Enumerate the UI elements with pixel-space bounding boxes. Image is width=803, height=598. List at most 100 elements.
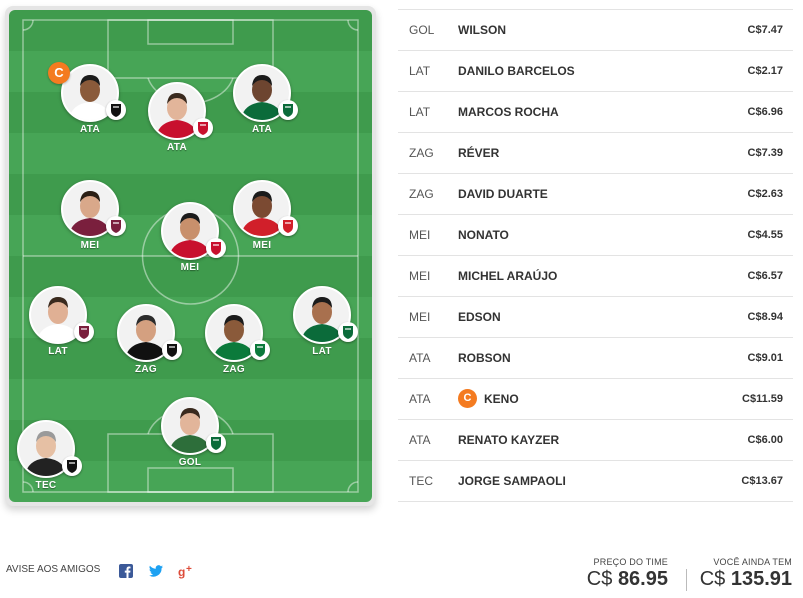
row-price: C$2.17 — [747, 65, 783, 77]
field-player-lat[interactable]: LAT — [292, 286, 358, 357]
row-player-name: DANILO BARCELOS — [458, 64, 575, 78]
club-badge-icon — [106, 100, 126, 120]
row-price: C$9.01 — [747, 352, 783, 364]
row-player-name: NONATO — [458, 228, 509, 242]
field-player-mei[interactable]: MEI — [160, 202, 226, 273]
row-player-name: MARCOS ROCHA — [458, 105, 559, 119]
field-player-tec[interactable]: TEC — [16, 420, 82, 491]
club-badge-icon — [338, 322, 358, 342]
row-price: C$6.00 — [747, 434, 783, 446]
twitter-icon[interactable] — [148, 563, 164, 579]
remaining-value: 135.91 — [730, 568, 792, 590]
row-player-name: EDSON — [458, 310, 501, 324]
team-price-currency: C$ — [586, 568, 613, 590]
svg-text:g: g — [178, 565, 185, 579]
row-price: C$6.57 — [747, 270, 783, 282]
row-position: ATA — [409, 392, 431, 406]
club-badge-icon — [106, 216, 126, 236]
row-price: C$4.55 — [747, 229, 783, 241]
lineup-row[interactable]: LAT DANILO BARCELOS C$2.17 — [398, 50, 793, 91]
field-player-ata[interactable]: ATA C — [48, 62, 126, 135]
field-player-lat[interactable]: LAT — [28, 286, 94, 357]
svg-text:+: + — [186, 564, 192, 575]
row-player-name: ROBSON — [458, 351, 511, 365]
row-position: ZAG — [409, 187, 434, 201]
remaining-label: VOCÊ AINDA TEM — [713, 557, 792, 567]
player-position: MEI — [252, 240, 272, 251]
player-position: GOL — [178, 457, 202, 468]
team-price: PREÇO DO TIME C$ 86.95 — [560, 557, 668, 591]
row-position: LAT — [409, 105, 431, 119]
club-badge-icon — [193, 118, 213, 138]
row-player-name: JORGE SAMPAOLI — [458, 474, 566, 488]
lineup-row[interactable]: MEI MICHEL ARAÚJO C$6.57 — [398, 255, 793, 296]
row-position: ATA — [409, 433, 431, 447]
row-player-name: KENO — [484, 392, 519, 406]
google-plus-icon[interactable]: g + — [178, 563, 194, 579]
lineup-row[interactable]: TEC JORGE SAMPAOLI C$13.67 — [398, 460, 793, 502]
field-player-gol[interactable]: GOL — [160, 397, 226, 468]
row-position: LAT — [409, 64, 431, 78]
field-player-ata[interactable]: ATA — [147, 82, 213, 153]
club-badge-icon — [206, 433, 226, 453]
share-label: AVISE AOS AMIGOS — [6, 564, 101, 575]
club-badge-icon — [206, 238, 226, 258]
row-price: C$11.59 — [742, 393, 783, 405]
player-position: MEI — [180, 262, 200, 273]
row-position: ZAG — [409, 146, 434, 160]
lineup-row[interactable]: ATA C KENO C$11.59 — [398, 378, 793, 419]
row-player-name: MICHEL ARAÚJO — [458, 269, 558, 283]
row-player-name: RENATO KAYZER — [458, 433, 560, 447]
club-badge-icon — [162, 340, 182, 360]
captain-badge-icon: C — [458, 389, 477, 408]
lineup-row[interactable]: LAT MARCOS ROCHA C$6.96 — [398, 91, 793, 132]
lineup-row[interactable]: ZAG DAVID DUARTE C$2.63 — [398, 173, 793, 214]
field-player-mei[interactable]: MEI — [60, 180, 126, 251]
field-player-zag[interactable]: ZAG — [204, 304, 270, 375]
club-badge-icon — [74, 322, 94, 342]
row-price: C$8.94 — [747, 311, 783, 323]
row-price: C$6.96 — [747, 106, 783, 118]
club-badge-icon — [62, 456, 82, 476]
team-price-label: PREÇO DO TIME — [593, 557, 668, 567]
row-position: MEI — [409, 310, 431, 324]
club-badge-icon — [278, 216, 298, 236]
captain-badge-icon: C — [48, 62, 70, 84]
row-price: C$2.63 — [747, 188, 783, 200]
lineup-list: GOL WILSON C$7.47 LAT DANILO BARCELOS C$2.17 L… — [398, 9, 793, 502]
lineup-row[interactable]: ZAG RÉVER C$7.39 — [398, 132, 793, 173]
row-position: ATA — [409, 351, 431, 365]
facebook-icon[interactable] — [118, 563, 134, 579]
player-position: ATA — [252, 124, 272, 135]
lineup-row[interactable]: MEI EDSON C$8.94 — [398, 296, 793, 337]
row-position: MEI — [409, 269, 431, 283]
player-position: ZAG — [134, 364, 157, 375]
player-position: MEI — [80, 240, 100, 251]
player-position: LAT — [312, 346, 332, 357]
club-badge-icon — [278, 100, 298, 120]
row-price: C$7.47 — [747, 24, 783, 36]
lineup-row[interactable]: GOL WILSON C$7.47 — [398, 9, 793, 50]
team-price-value: 86.95 — [617, 568, 668, 590]
player-position: ATA — [167, 142, 187, 153]
row-player-name: RÉVER — [458, 146, 500, 160]
row-price: C$13.67 — [741, 475, 783, 487]
remaining-currency: C$ — [699, 568, 726, 590]
player-position: ATA — [80, 124, 100, 135]
lineup-row[interactable]: ATA RENATO KAYZER C$6.00 — [398, 419, 793, 460]
row-position: GOL — [409, 23, 435, 37]
row-position: TEC — [409, 474, 433, 488]
row-position: MEI — [409, 228, 431, 242]
lineup-row[interactable]: ATA ROBSON C$9.01 — [398, 337, 793, 378]
row-player-name: WILSON — [458, 23, 506, 37]
club-badge-icon — [250, 340, 270, 360]
field-player-zag[interactable]: ZAG — [116, 304, 182, 375]
row-player-name: DAVID DUARTE — [458, 187, 548, 201]
player-position: TEC — [35, 480, 57, 491]
field-player-ata[interactable]: ATA — [232, 64, 298, 135]
row-price: C$7.39 — [747, 147, 783, 159]
player-position: LAT — [48, 346, 68, 357]
field-player-mei[interactable]: MEI — [232, 180, 298, 251]
lineup-row[interactable]: MEI NONATO C$4.55 — [398, 214, 793, 255]
remaining-budget: VOCÊ AINDA TEM C$ 135.91 — [686, 557, 792, 591]
